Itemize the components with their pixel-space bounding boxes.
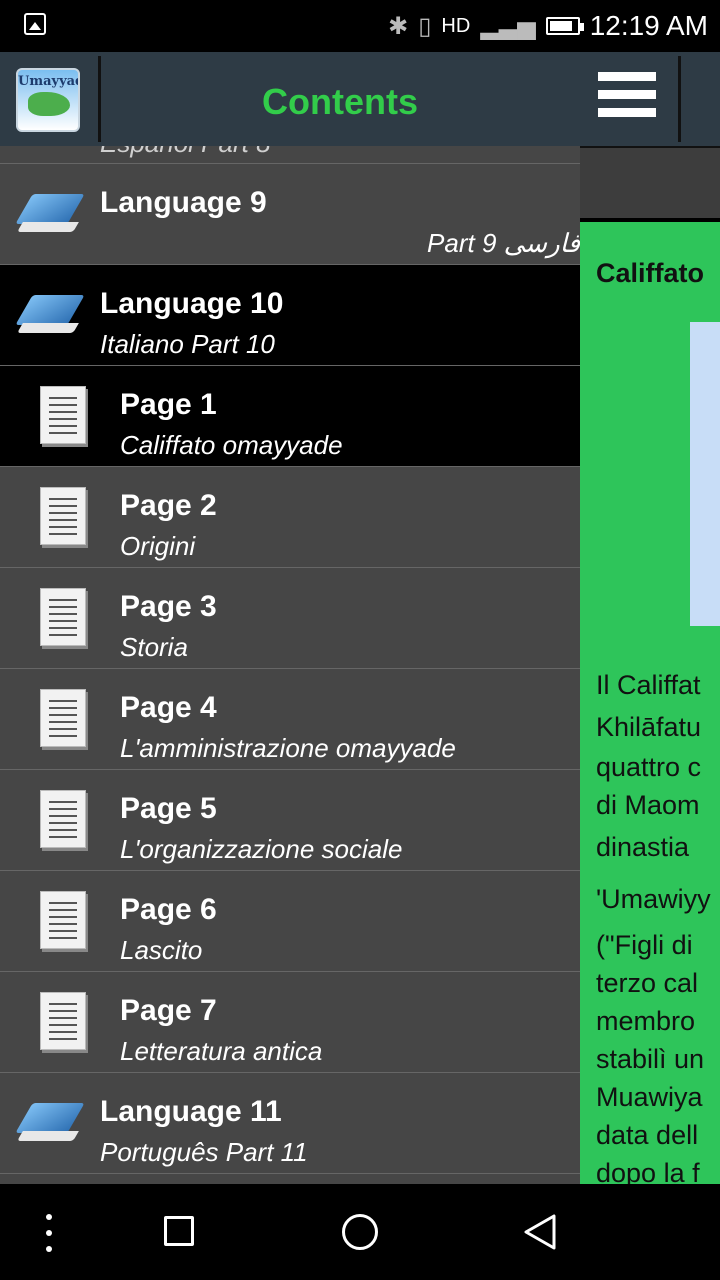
battery-icon [545, 17, 584, 35]
article-line: di Maom [596, 790, 700, 820]
list-item-language-9[interactable]: Language 9 فارسی Part 9 [0, 164, 580, 265]
list-item-subtitle: Español Part 8 [100, 146, 271, 159]
article-map-image [690, 322, 720, 626]
list-item-page-1[interactable]: Page 1 Califfato omayyade [0, 366, 580, 467]
content-tab-bar [580, 148, 720, 222]
article-line: stabilì un [596, 1044, 705, 1074]
list-item-language-11[interactable]: Language 11 Português Part 11 [0, 1073, 580, 1174]
network-type: HD [441, 14, 471, 37]
content-toolbar [580, 52, 720, 148]
book-icon [15, 194, 85, 238]
article-line: membro [596, 1006, 696, 1036]
list-item-subtitle: Lascito [120, 935, 203, 965]
article-line: dopo la f [596, 1158, 700, 1184]
hamburger-menu-icon[interactable] [598, 72, 656, 126]
book-icon [15, 1103, 85, 1147]
signal-icon: ▂▃▅ [480, 12, 536, 40]
vibrate-icon: ▯ [418, 12, 432, 40]
article-line: quattro c [596, 752, 702, 782]
drawer-header: Umayyad Contents [0, 52, 580, 146]
document-icon [40, 891, 86, 949]
list-item-title: Page 6 [120, 893, 217, 926]
list-item-subtitle: L'organizzazione sociale [120, 834, 403, 864]
document-icon [40, 386, 86, 444]
article-line: Khilāfatu [596, 712, 702, 742]
image-notification-icon [24, 13, 46, 35]
list-item-page-7[interactable]: Page 7 Letteratura antica [0, 972, 580, 1073]
list-item-title: Language 10 [100, 287, 284, 320]
app-logo: Umayyad [16, 68, 80, 132]
contents-list: Español Part 8 Language 9 فارسی Part 9 L… [0, 146, 580, 1174]
article-line: data dell [596, 1120, 699, 1150]
list-item-title: Page 3 [120, 590, 217, 623]
article-line: Muawiya [596, 1082, 703, 1112]
document-icon [40, 689, 86, 747]
list-item-subtitle: Português Part 11 [100, 1137, 308, 1167]
toolbar-divider [678, 56, 681, 142]
article-heading: Califfato [596, 258, 704, 288]
list-item-page-6[interactable]: Page 6 Lascito [0, 871, 580, 972]
list-item-subtitle: L'amministrazione omayyade [120, 733, 456, 763]
list-item-subtitle: Italiano Part 10 [100, 329, 275, 359]
article-line: dinastia [596, 832, 690, 862]
list-item-page-5[interactable]: Page 5 L'organizzazione sociale [0, 770, 580, 871]
list-item-title: Page 1 [120, 388, 217, 421]
status-bar: ✱ ▯ HD ▂▃▅ 12:19 AM [0, 0, 720, 52]
bluetooth-icon: ✱ [388, 12, 409, 40]
list-item-title: Page 4 [120, 691, 217, 724]
recents-button[interactable] [164, 1216, 194, 1246]
list-item-title: Page 7 [120, 994, 217, 1027]
content-panel: Califfato Il Califfat Khilāfatu quattro … [580, 52, 720, 1184]
book-icon [15, 295, 85, 339]
back-button[interactable] [522, 1214, 558, 1250]
navigation-drawer: Umayyad Contents Español Part 8 Language… [0, 52, 580, 1184]
list-item-page-4[interactable]: Page 4 L'amministrazione omayyade [0, 669, 580, 770]
list-item-title: Page 5 [120, 792, 217, 825]
article-line: 'Umawiyy [596, 884, 711, 914]
document-icon [40, 992, 86, 1050]
list-item[interactable]: Español Part 8 [0, 146, 580, 164]
drawer-title: Contents [262, 81, 418, 122]
list-item-page-3[interactable]: Page 3 Storia [0, 568, 580, 669]
list-item-subtitle: فارسی Part 9 [427, 228, 580, 258]
home-button[interactable] [342, 1214, 378, 1250]
list-item-title: Language 11 [100, 1095, 282, 1128]
list-item-subtitle: Califfato omayyade [120, 430, 343, 460]
clock: 12:19 AM [589, 10, 708, 41]
article-line: ("Figli di [596, 930, 693, 960]
list-item-page-2[interactable]: Page 2 Origini [0, 467, 580, 568]
article-line: Il Califfat [596, 670, 701, 700]
menu-dots-icon[interactable] [44, 1214, 54, 1254]
article-view[interactable]: Califfato Il Califfat Khilāfatu quattro … [580, 222, 720, 1184]
list-item-title: Language 9 [100, 186, 267, 219]
list-item-subtitle: Origini [120, 531, 196, 561]
document-icon [40, 790, 86, 848]
document-icon [40, 588, 86, 646]
system-nav-bar [0, 1184, 720, 1280]
article-line: terzo cal [596, 968, 699, 998]
list-item-subtitle: Letteratura antica [120, 1036, 323, 1066]
list-item-title: Page 2 [120, 489, 217, 522]
list-item-language-10[interactable]: Language 10 Italiano Part 10 [0, 265, 580, 366]
document-icon [40, 487, 86, 545]
list-item-subtitle: Storia [120, 632, 188, 662]
